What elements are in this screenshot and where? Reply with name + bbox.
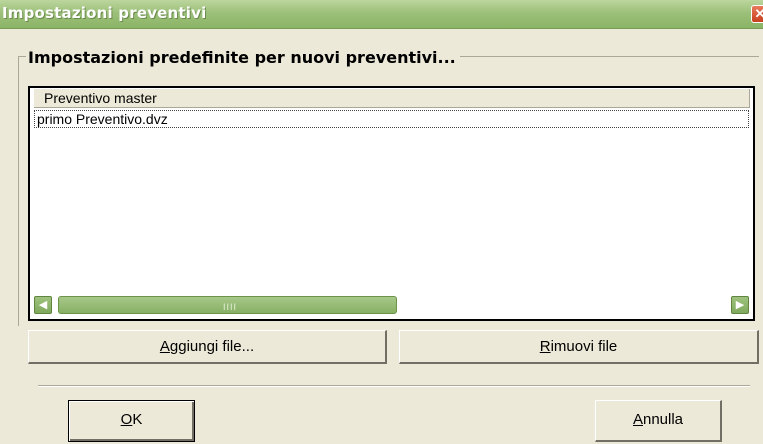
- column-header-master-quote[interactable]: Preventivo master: [34, 89, 750, 108]
- separator: [38, 385, 750, 387]
- group-title: Impostazioni predefinite per nuovi preve…: [26, 48, 460, 67]
- add-file-accelerator: A: [159, 338, 170, 355]
- remove-file-accelerator: R: [539, 338, 551, 355]
- title-bar: Impostazioni preventivi ✕: [0, 0, 763, 29]
- window-title: Impostazioni preventivi: [2, 4, 207, 22]
- scrollbar-thumb[interactable]: IIII: [58, 296, 397, 314]
- grip-icon: IIII: [223, 302, 238, 312]
- ok-button[interactable]: OK: [68, 400, 195, 442]
- list-item-label: primo Preventivo.dvz: [37, 111, 168, 127]
- master-quote-list[interactable]: Preventivo master primo Preventivo.dvz ◀…: [28, 86, 755, 321]
- group-box-left-border: [18, 56, 19, 326]
- list-item[interactable]: primo Preventivo.dvz: [34, 110, 749, 128]
- column-header-label: Preventivo master: [44, 90, 157, 106]
- remove-file-label: imuovi file: [550, 338, 618, 355]
- scroll-left-icon[interactable]: ◀: [34, 296, 52, 314]
- cancel-accelerator: A: [632, 411, 643, 428]
- add-file-button[interactable]: Aggiungi file...: [28, 330, 387, 364]
- cancel-label: nnulla: [642, 411, 684, 428]
- ok-accelerator: O: [120, 411, 133, 428]
- horizontal-scrollbar[interactable]: ◀ IIII ▶: [32, 294, 751, 317]
- close-icon[interactable]: ✕: [751, 5, 763, 23]
- remove-file-button[interactable]: Rimuovi file: [399, 330, 759, 364]
- ok-label: K: [132, 411, 143, 428]
- cancel-button[interactable]: Annulla: [595, 400, 722, 442]
- scroll-right-icon[interactable]: ▶: [731, 296, 749, 314]
- add-file-label: ggiungi file...: [169, 338, 255, 355]
